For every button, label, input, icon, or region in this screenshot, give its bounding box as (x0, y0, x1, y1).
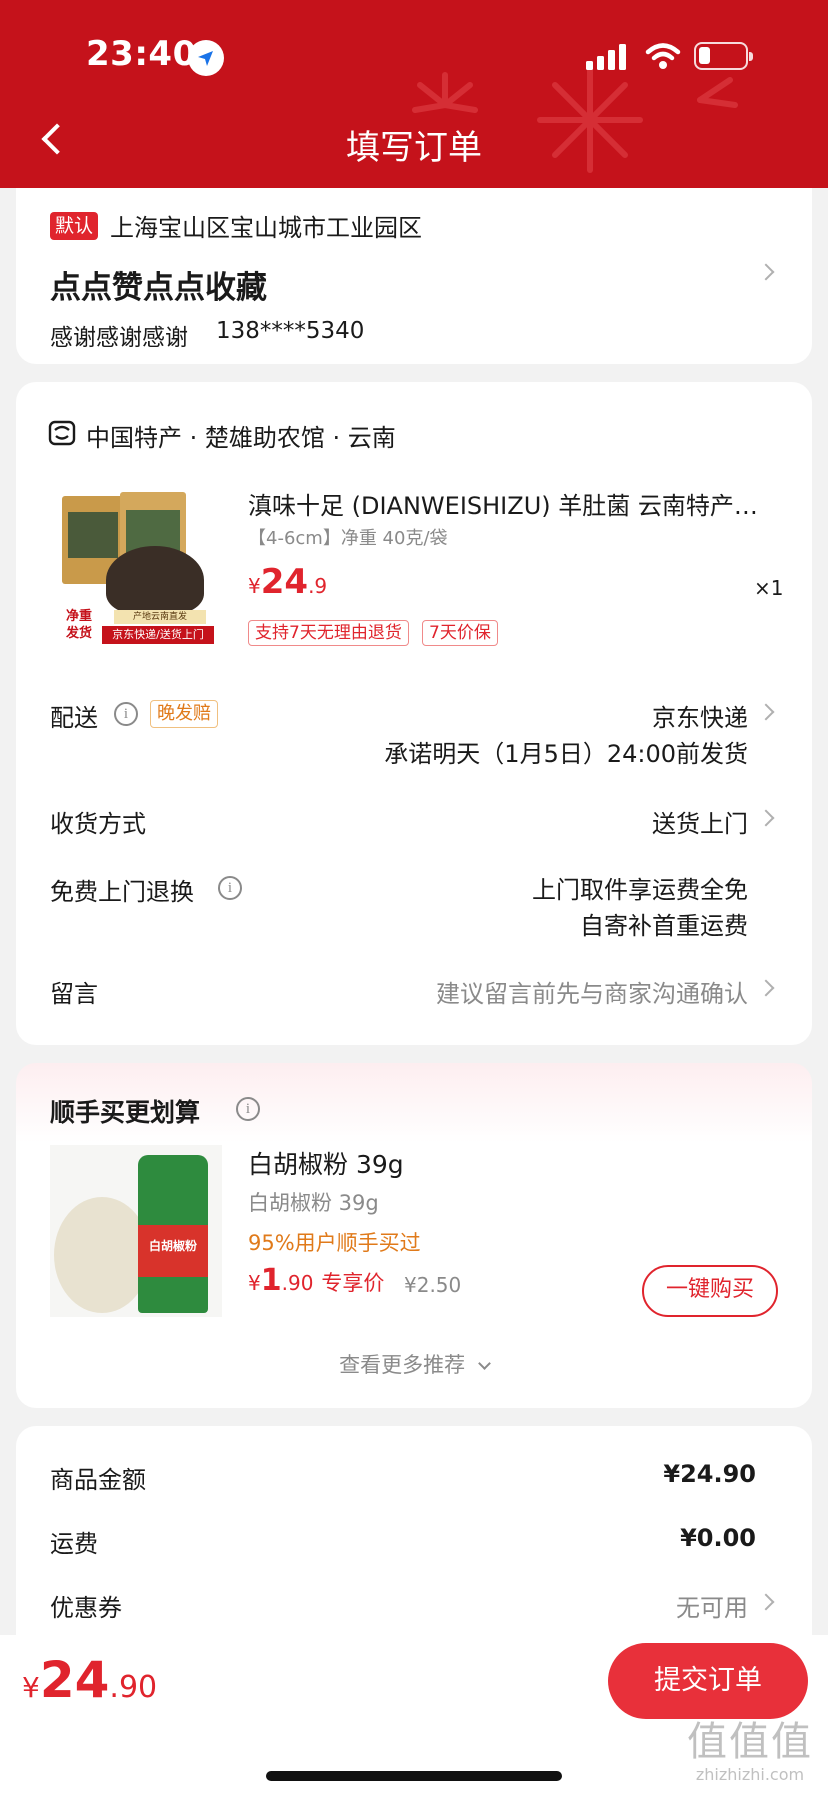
image-label-origin: 产地云南直发 (114, 610, 206, 624)
return-policy-tag: 支持7天无理由退货 (248, 620, 409, 646)
late-compensation-badge: 晚发赔 (150, 700, 218, 728)
product-title[interactable]: 滇味十足 (DIANWEISHIZU) 羊肚菌 云南特产… (248, 486, 788, 521)
receive-method-value[interactable]: 送货上门 (652, 804, 748, 839)
shipping-fee-value: ¥0.00 (680, 1524, 756, 1552)
price-summary-card: 商品金额 ¥24.90 运费 ¥0.00 优惠券 无可用 (16, 1426, 812, 1656)
wifi-icon (645, 43, 681, 69)
chevron-right-icon (757, 263, 775, 281)
chevron-right-icon (757, 979, 775, 997)
upsell-item-title[interactable]: 白胡椒粉 39g (248, 1145, 404, 1181)
upsell-price-integer: 1 (260, 1263, 282, 1298)
total-price-symbol: ¥ (22, 1671, 40, 1704)
total-price-decimal: .90 (109, 1670, 158, 1705)
price-protect-tag: 7天价保 (422, 620, 498, 646)
home-indicator (266, 1771, 562, 1781)
product-spec[interactable]: 【4-6cm】净重 40克/袋 (248, 524, 448, 550)
location-arrow-icon (188, 40, 224, 76)
total-price-integer: 24 (39, 1651, 110, 1709)
address-detail: 点点赞点点收藏 (50, 270, 267, 306)
pepper-powder-pile (54, 1197, 150, 1313)
total-price: ¥24.90 (22, 1651, 157, 1709)
shipping-fee-label: 运费 (50, 1530, 98, 1558)
upsell-original-price: ¥2.50 (404, 1273, 462, 1297)
chevron-right-icon (757, 1593, 775, 1611)
price-symbol: ¥ (248, 574, 261, 598)
watermark-url: zhizhizhi.com (695, 1765, 805, 1784)
upsell-hint: 95%用户顺手买过 (248, 1231, 421, 1255)
contact-phone: 138****5340 (216, 318, 365, 344)
watermark-logo: 值值值 (687, 1719, 813, 1765)
shop-icon (48, 420, 76, 446)
free-return-label: 免费上门退换 (50, 878, 194, 906)
see-more-recommendations[interactable]: 查看更多推荐 (16, 1349, 812, 1379)
order-card: 中国特产 · 楚雄助农馆 · 云南 净重 发货 产地云南直发 京东快递/送货上门… (16, 382, 812, 1045)
address-card[interactable]: 默认 上海宝山区宝山城市工业园区 点点赞点点收藏 感谢感谢感谢 138****5… (16, 188, 812, 364)
contact-name: 感谢感谢感谢 (50, 325, 188, 351)
page-title: 填写订单 (346, 128, 482, 168)
watermark: 值值值 zhizhizhi.com (676, 1719, 824, 1784)
battery-icon (694, 42, 753, 70)
product-quantity: ×1 (754, 576, 784, 600)
price-decimal: .9 (308, 574, 328, 598)
upsell-product-image[interactable]: 白胡椒粉 (50, 1145, 222, 1317)
delivery-promise: 承诺明天（1月5日）24:00前发货 (384, 740, 748, 768)
coupon-value[interactable]: 无可用 (676, 1588, 748, 1623)
jar-label: 白胡椒粉 (148, 1239, 197, 1253)
header-bar: 23:40 填写订单 (0, 0, 828, 188)
status-time: 23:40 (86, 34, 197, 74)
upsell-card: 顺手买更划算 i 白胡椒粉 白胡椒粉 39g 白胡椒粉 39g 95%用户顺手买… (16, 1063, 812, 1408)
upsell-price-label: 专享价 (321, 1271, 385, 1295)
image-label-left: 净重 发货 (58, 608, 100, 646)
address-region: 上海宝山区宝山城市工业园区 (110, 214, 422, 242)
chevron-down-icon (477, 1357, 491, 1370)
morel-mushroom (106, 546, 204, 614)
coupon-label: 优惠券 (50, 1594, 122, 1622)
message-input[interactable]: 建议留言前先与商家沟通确认 (436, 974, 748, 1009)
product-price: ¥24.9 (248, 562, 327, 602)
delivery-carrier[interactable]: 京东快递 (652, 698, 748, 733)
chevron-right-icon (757, 703, 775, 721)
upsell-info-icon[interactable]: i (236, 1097, 260, 1121)
submit-order-button[interactable]: 提交订单 (608, 1643, 808, 1719)
return-pickup-text: 上门取件享运费全免 (532, 876, 748, 904)
signal-icon (586, 44, 626, 70)
delivery-label: 配送 (50, 704, 98, 732)
goods-amount-value: ¥24.90 (663, 1460, 756, 1488)
product-image[interactable]: 净重 发货 产地云南直发 京东快递/送货上门 (58, 488, 216, 646)
chevron-right-icon (757, 809, 775, 827)
return-self-ship-text: 自寄补首重运费 (580, 912, 748, 940)
receive-method-label: 收货方式 (50, 810, 146, 838)
checkout-bar: ¥24.90 提交订单 值值值 zhizhizhi.com (0, 1635, 828, 1795)
spice-jar: 白胡椒粉 (138, 1155, 208, 1313)
default-address-badge: 默认 (50, 212, 98, 240)
upsell-title: 顺手买更划算 (50, 1098, 201, 1127)
delivery-info-icon[interactable]: i (114, 702, 138, 726)
price-integer: 24 (260, 562, 309, 602)
upsell-price: ¥1.90 专享价 (248, 1263, 384, 1298)
upsell-item-subtitle: 白胡椒粉 39g (248, 1191, 379, 1215)
message-label: 留言 (50, 980, 98, 1008)
upsell-price-decimal: .90 (281, 1271, 314, 1295)
see-more-label: 查看更多推荐 (339, 1353, 466, 1377)
one-click-buy-button[interactable]: 一键购买 (642, 1265, 778, 1317)
upsell-price-symbol: ¥ (248, 1271, 261, 1295)
goods-amount-label: 商品金额 (50, 1466, 146, 1494)
image-label-delivery: 京东快递/送货上门 (102, 626, 214, 644)
shop-name[interactable]: 中国特产 · 楚雄助农馆 · 云南 (86, 418, 396, 453)
return-info-icon[interactable]: i (218, 876, 242, 900)
